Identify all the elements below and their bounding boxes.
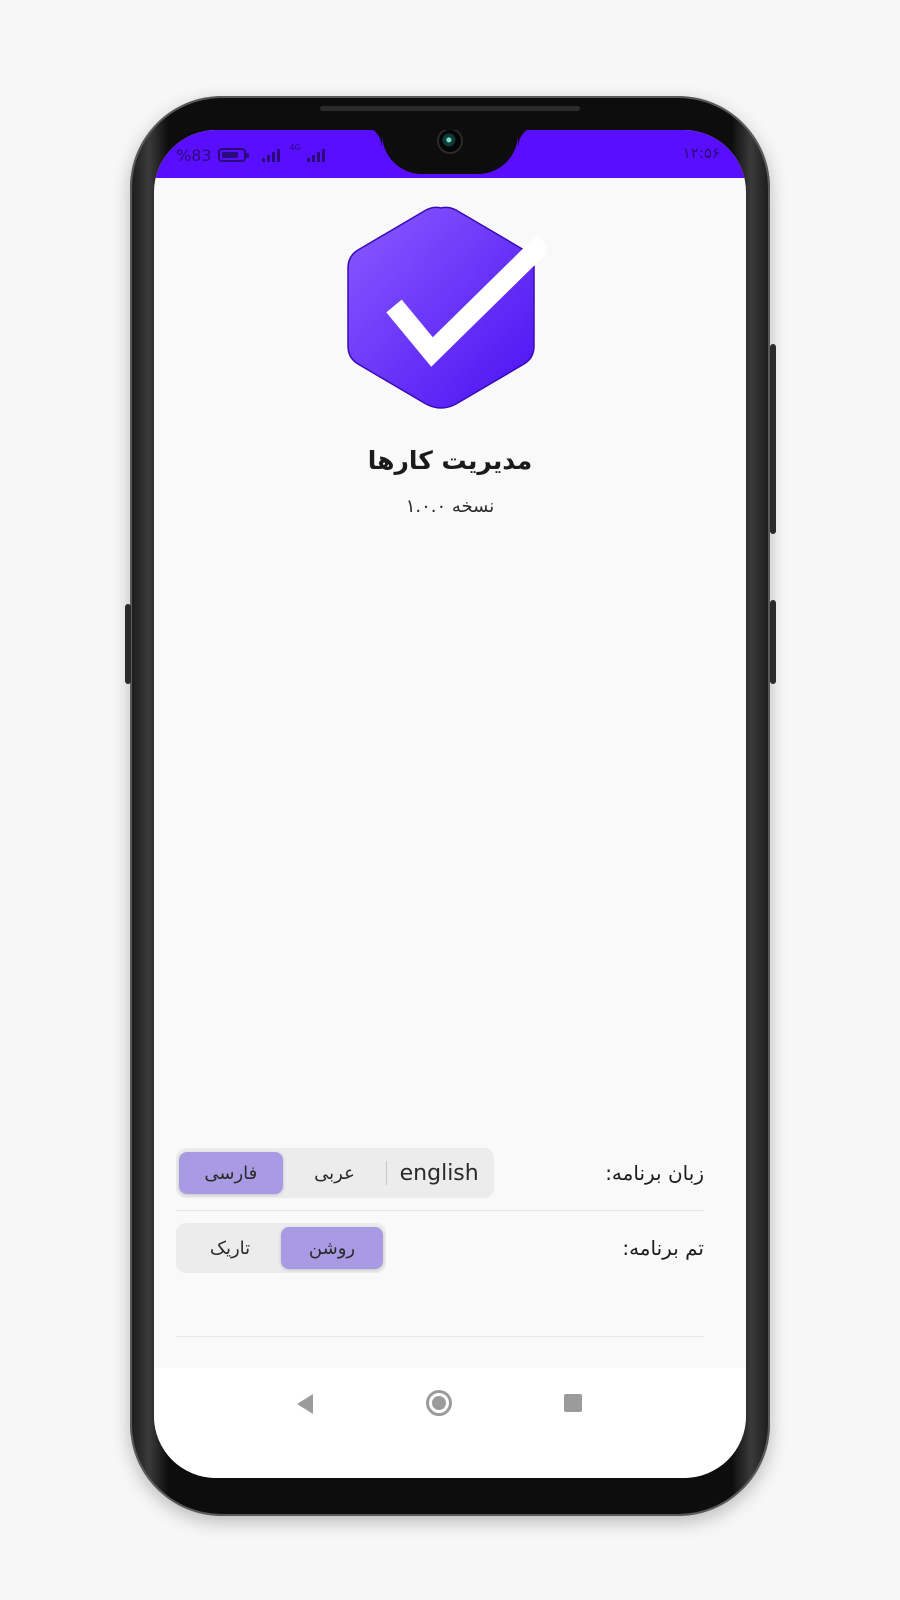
settings-divider [176,1210,704,1211]
bottom-divider [176,1336,704,1337]
system-nav-bar [154,1368,746,1478]
language-option-arabic[interactable]: عربی [283,1152,387,1194]
power-button [770,600,776,684]
camera-notch [362,130,538,174]
network-type-label: 4G [289,143,301,152]
speaker-grille [320,106,580,111]
status-indicators: %83 4G [176,144,325,166]
theme-setting-row: تاریک روشن تم برنامه: [176,1223,704,1273]
check-hexagon-icon [347,206,546,409]
battery-percent: %83 [176,145,212,165]
language-selector: فارسی عربی english [176,1148,494,1198]
theme-option-light[interactable]: روشن [281,1227,383,1269]
stage: %83 4G ۱۲:۵۶ مدیریت کارها نسخه ۱.۰.۰ فار… [0,0,900,1600]
signal-icon [261,148,280,162]
language-option-english[interactable]: english [387,1152,491,1194]
recents-icon[interactable] [564,1394,582,1412]
language-label: زبان برنامه: [605,1161,704,1185]
theme-label: تم برنامه: [622,1236,704,1260]
home-icon[interactable] [426,1390,452,1416]
phone-frame: %83 4G ۱۲:۵۶ مدیریت کارها نسخه ۱.۰.۰ فار… [125,96,776,1516]
status-time: ۱۲:۵۶ [682,144,720,162]
status-bar: %83 4G ۱۲:۵۶ [154,130,746,178]
theme-selector: تاریک روشن [176,1223,386,1273]
signal-icon-2 [306,148,325,162]
theme-option-dark[interactable]: تاریک [179,1227,281,1269]
front-camera-icon [439,130,461,152]
app-version: نسخه ۱.۰.۰ [405,496,495,517]
screen: %83 4G ۱۲:۵۶ مدیریت کارها نسخه ۱.۰.۰ فار… [154,130,746,1478]
battery-icon [217,148,249,162]
app-title: مدیریت کارها [367,446,533,475]
side-button-left [125,604,131,684]
language-setting-row: فارسی عربی english زبان برنامه: [176,1148,704,1198]
back-icon[interactable] [297,1394,313,1414]
volume-button [770,344,776,534]
language-option-farsi[interactable]: فارسی [179,1152,283,1194]
